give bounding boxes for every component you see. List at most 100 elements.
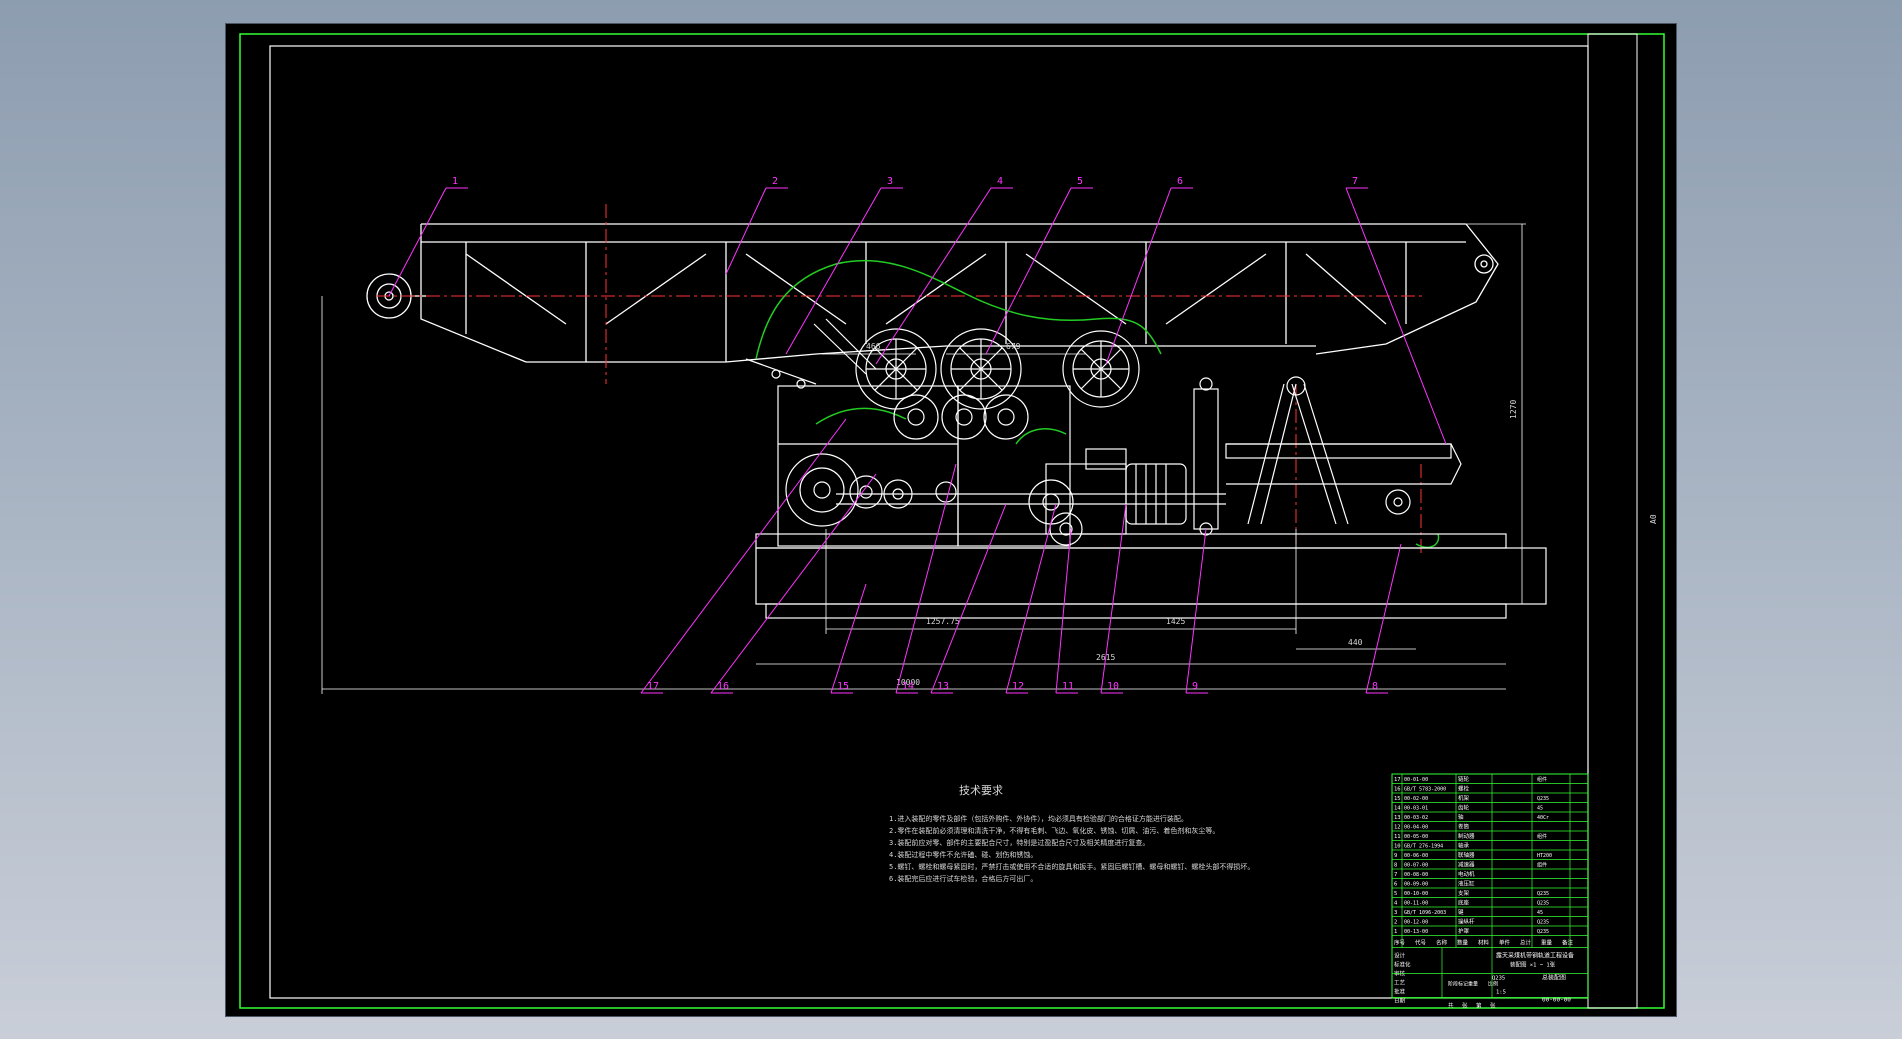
sheet-side-label: A0: [1649, 514, 1658, 524]
part-name-9: 联轴器: [1458, 851, 1475, 859]
callout-leader-7: [1345, 187, 1447, 445]
title-drawing-name: 总装配图: [1542, 974, 1566, 982]
info-cell-1: 重量: [1468, 981, 1478, 988]
callout-number-9: 9: [1192, 681, 1198, 692]
part-material-1: 组件: [1537, 776, 1547, 783]
part-code-4: 00-03-01: [1404, 806, 1428, 812]
technical-requirements: 技术要求 1.进入装配的零件及部件（包括外购件、外协件），均必须具有检验部门的合…: [889, 784, 1254, 883]
part-material-16: Q235: [1537, 920, 1549, 926]
part-name-12: 液压缸: [1458, 880, 1475, 888]
title-subtitle: 装配图 ×1 ~ 1张: [1510, 961, 1556, 969]
part-code-15: GB/T 1096-2003: [1404, 910, 1446, 916]
part-code-17: 00-13-00: [1404, 929, 1428, 935]
title-scale: 1:5: [1496, 990, 1506, 996]
part-code-3: 00-02-00: [1404, 796, 1428, 802]
footer-cell-1: 张: [1462, 1002, 1468, 1010]
part-index-12: 6: [1394, 882, 1397, 888]
part-material-4: 45: [1537, 806, 1543, 812]
part-index-13: 5: [1394, 891, 1397, 897]
part-index-9: 9: [1394, 853, 1397, 859]
sign-cell-4: 批准: [1394, 988, 1406, 996]
part-name-10: 减速器: [1458, 861, 1475, 869]
dim-mid-right: 1425: [1166, 617, 1185, 626]
callout-leader-16: [710, 473, 877, 694]
info-cell-0: 阶段标记: [1448, 981, 1468, 988]
part-name-11: 电动机: [1458, 870, 1475, 878]
part-name-16: 操纵杆: [1458, 918, 1475, 926]
part-name-17: 护罩: [1458, 927, 1470, 935]
callout-leader-3: [785, 187, 882, 355]
assembly-drawing: 466 679 1257.75 1425 2615 10000 440 1270…: [239, 33, 1665, 1010]
callout-number-6: 6: [1177, 176, 1183, 187]
callout-number-3: 3: [887, 176, 893, 187]
part-index-10: 8: [1394, 863, 1397, 869]
part-material-10: 组件: [1537, 862, 1547, 869]
header-cell-1: 代号: [1415, 939, 1427, 947]
callout-number-17: 17: [647, 681, 659, 692]
sign-cell-5: 日期: [1394, 998, 1406, 1005]
part-index-14: 4: [1394, 901, 1398, 907]
part-index-8: 10: [1394, 844, 1401, 850]
callout-number-13: 13: [937, 681, 949, 692]
sign-cell-0: 设计: [1394, 952, 1406, 960]
part-code-7: 00-05-00: [1404, 834, 1428, 840]
header-cell-0: 序号: [1394, 939, 1406, 947]
callout-number-2: 2: [772, 176, 778, 187]
part-name-4: 齿轮: [1458, 804, 1470, 812]
callout-leader-12: [1005, 503, 1057, 694]
callout-leader-15: [830, 583, 867, 694]
dim-vertical: 1270: [1509, 400, 1518, 419]
note-line-3: 3.装配前应对零、部件的主要配合尺寸，特别是过盈配合尺寸及相关精度进行复查。: [889, 838, 1149, 847]
winch-drum-3: [1062, 330, 1140, 408]
part-code-5: 00-03-02: [1404, 815, 1428, 821]
part-code-16: 00-12-00: [1404, 920, 1428, 926]
part-code-6: 00-04-00: [1404, 825, 1428, 831]
footer-cell-3: 张: [1490, 1002, 1496, 1010]
callout-number-4: 4: [997, 176, 1003, 187]
callout-number-10: 10: [1107, 681, 1119, 692]
header-cell-4: 材料: [1478, 939, 1490, 947]
callout-number-12: 12: [1012, 681, 1024, 692]
callout-number-7: 7: [1352, 176, 1358, 187]
drive-assembly: [745, 318, 1547, 619]
notes-title: 技术要求: [959, 784, 1003, 797]
callout-number-16: 16: [717, 681, 729, 692]
callout-group: 1 2 3 4 5 6 7891011121314151617: [388, 176, 1447, 694]
callout-leader-14: [895, 463, 957, 694]
title-project: 露天采煤机带钢轨道工程设备: [1496, 952, 1574, 960]
callout-number-14: 14: [902, 681, 914, 692]
part-index-6: 12: [1394, 825, 1401, 831]
part-code-11: 00-08-00: [1404, 872, 1428, 878]
part-material-9: HT200: [1537, 853, 1552, 859]
part-name-6: 卷筒: [1458, 823, 1470, 831]
callout-leader-5: [985, 187, 1072, 355]
part-material-7: 组件: [1537, 833, 1547, 840]
part-index-16: 2: [1394, 920, 1397, 926]
part-index-15: 3: [1394, 910, 1397, 916]
part-index-11: 7: [1394, 872, 1397, 878]
callout-leader-11: [1055, 528, 1072, 694]
note-line-4: 4.装配过程中零件不允许磕、碰、划伤和锈蚀。: [889, 850, 1037, 859]
part-name-13: 支架: [1458, 889, 1470, 897]
part-code-1: 00-01-00: [1404, 777, 1428, 783]
note-line-2: 2.零件在装配前必须清理和清洗干净，不得有毛刺、飞边、氧化皮、锈蚀、切屑、油污、…: [889, 826, 1219, 835]
dim-top-right: 679: [1006, 342, 1021, 351]
part-name-2: 螺栓: [1458, 785, 1470, 793]
part-index-7: 11: [1394, 834, 1401, 840]
callout-leader-9: [1185, 528, 1207, 694]
part-material-15: 45: [1537, 910, 1543, 916]
note-line-1: 1.进入装配的零件及部件（包括外购件、外协件），均必须具有检验部门的合格证方能进…: [889, 814, 1188, 823]
callout-leader-13: [930, 503, 1007, 694]
callout-number-5: 5: [1077, 176, 1083, 187]
callout-leader-4: [875, 187, 992, 365]
footer-cell-0: 共: [1448, 1002, 1454, 1010]
callout-leader-6: [1105, 187, 1172, 365]
part-index-5: 13: [1394, 815, 1401, 821]
callout-number-15: 15: [837, 681, 849, 692]
title-block: 17 00-01-00 链轮 组件16 GB/T 5783-2000 螺栓15 00-02-…: [1391, 773, 1589, 1010]
truss-boom: [366, 223, 1499, 363]
part-index-17: 1: [1394, 929, 1397, 935]
header-cell-8: 备注: [1562, 939, 1574, 947]
header-cell-3: 数量: [1457, 939, 1469, 947]
part-index-4: 14: [1394, 806, 1401, 812]
